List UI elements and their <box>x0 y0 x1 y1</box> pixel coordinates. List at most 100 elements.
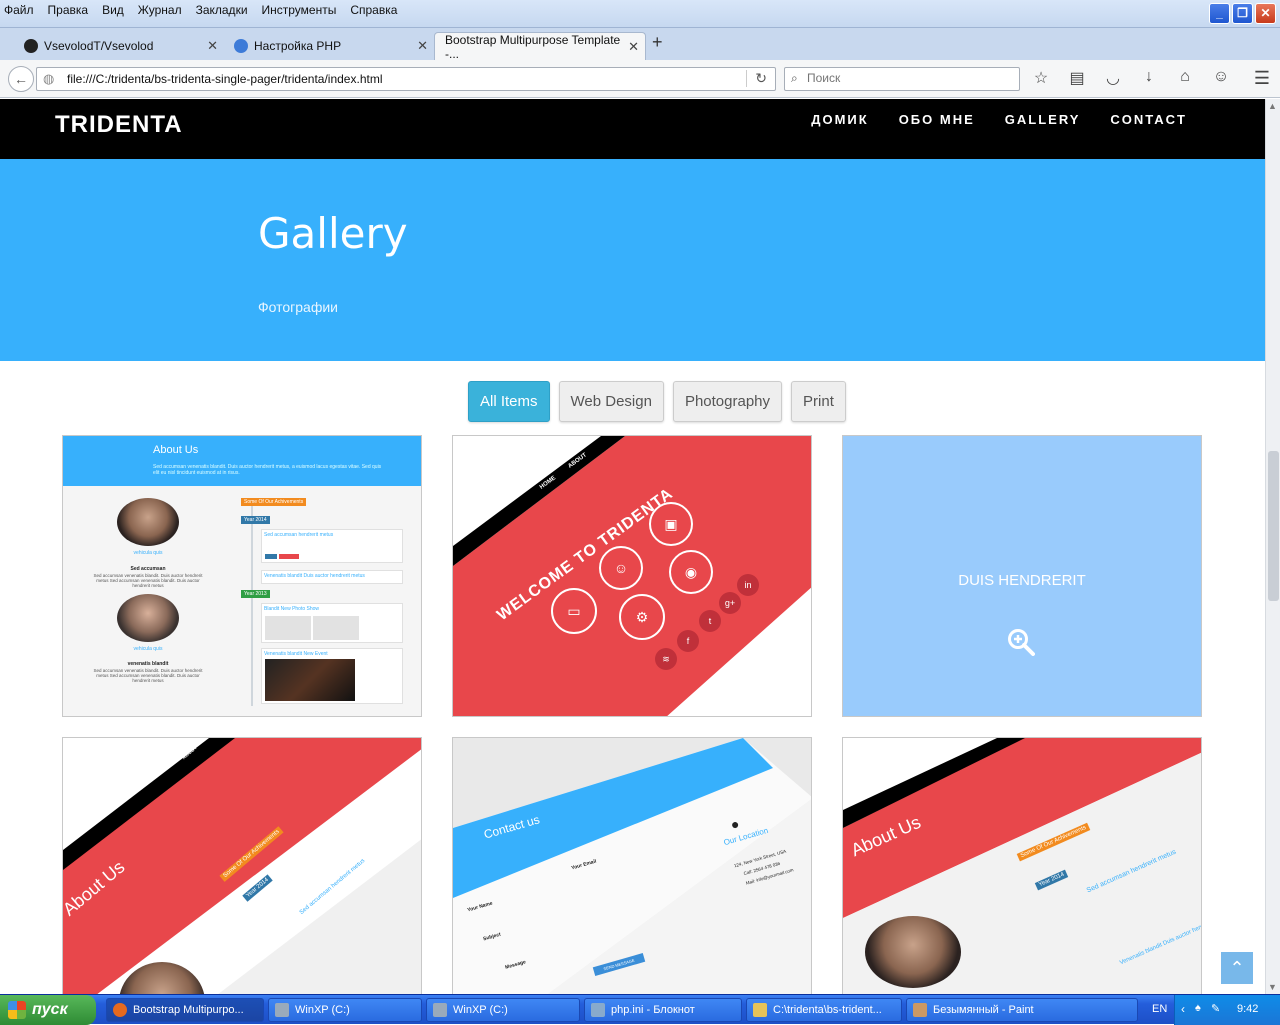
reload-icon[interactable]: ↻ <box>746 70 767 87</box>
tab-close-icon[interactable]: ✕ <box>207 38 218 54</box>
tray-app-icon[interactable]: ✎ <box>1211 1002 1220 1015</box>
filter-all-items[interactable]: All Items <box>468 381 550 422</box>
drive-icon <box>433 1003 447 1017</box>
browser-menubar: Файл Правка Вид Журнал Закладки Инструме… <box>4 3 397 17</box>
filter-web-design[interactable]: Web Design <box>558 381 664 422</box>
timeline-badge: Year 2014 <box>241 516 270 524</box>
tab-close-icon[interactable]: ✕ <box>417 38 428 54</box>
tab-strip: VsevolodT/Vsevolod ✕ Настройка PHP ✕ Boo… <box>0 28 1280 61</box>
site-brand[interactable]: TRIDENTA <box>55 111 183 139</box>
nav-link-home[interactable]: ДОМИК <box>811 112 868 127</box>
gallery-item-about-tilted[interactable]: About Us HOME ABOUT Some Of Our Achiveme… <box>62 737 422 994</box>
pocket-icon[interactable]: ◡ <box>1102 68 1124 88</box>
scrollbar-thumb[interactable] <box>1268 451 1279 601</box>
tab-github[interactable]: VsevolodT/Vsevolod ✕ <box>14 32 224 60</box>
download-icon[interactable]: ↓ <box>1138 68 1160 88</box>
tray-app-icon[interactable]: ♠ <box>1195 1002 1201 1014</box>
folder-icon <box>753 1003 767 1017</box>
taskbar-item-paint[interactable]: Безымянный - Paint <box>906 998 1138 1022</box>
timeline-badge: Some Of Our Achivements <box>241 498 307 506</box>
nav-link-about[interactable]: ОБО МНЕ <box>899 112 975 127</box>
taskbar-item-folder[interactable]: C:\tridenta\bs-trident... <box>746 998 902 1022</box>
start-label: пуск <box>32 1001 68 1018</box>
menu-help[interactable]: Справка <box>350 3 397 17</box>
minimize-button[interactable]: _ <box>1209 3 1230 24</box>
search-icon: ⌕ <box>791 71 798 85</box>
hamburger-menu-icon[interactable]: ☰ <box>1254 68 1270 89</box>
tab-title: VsevolodT/Vsevolod <box>44 39 154 53</box>
gallery-item-welcome[interactable]: HOME ABOUT WELCOME TO TRIDENTA ▣ ☺ ◉ ▭ ⚙… <box>452 435 812 717</box>
site-navbar: TRIDENTA ДОМИК ОБО МНЕ GALLERY CONTACT <box>0 99 1265 159</box>
language-indicator[interactable]: EN <box>1152 1003 1167 1015</box>
search-box[interactable]: ⌕ <box>784 67 1020 91</box>
bookmark-star-icon[interactable]: ☆ <box>1030 68 1052 88</box>
gear-icon: ⚙ <box>619 594 665 640</box>
menu-history[interactable]: Журнал <box>138 3 182 17</box>
taskbar-item-explorer-2[interactable]: WinXP (C:) <box>426 998 580 1022</box>
nav-link-gallery[interactable]: GALLERY <box>1005 112 1081 127</box>
menu-bookmarks[interactable]: Закладки <box>196 3 248 17</box>
thumb-text: Sed accumsan venenatis blandit. Duis auc… <box>93 573 203 588</box>
timeline-card: Sed accumsan hendrerit metus <box>261 529 403 563</box>
gallery-item-hover[interactable]: DUIS HENDRERIT <box>842 435 1202 717</box>
timeline-badge: Year 2013 <box>241 590 270 598</box>
thumb-heading: About Us <box>153 444 199 456</box>
wifi-icon: ≋ <box>655 648 677 670</box>
tab-title: Настройка PHP <box>254 39 342 53</box>
gallery-item-contact[interactable]: Contact us Our Location ● 124, New York … <box>452 737 812 994</box>
scroll-up-icon[interactable]: ▲ <box>1268 101 1277 111</box>
start-button[interactable]: пуск <box>0 995 96 1025</box>
gallery-filters: All Items Web Design Photography Print <box>468 381 846 422</box>
thumb-text: Sed accumsan venenatis blandit. Duis auc… <box>153 464 382 476</box>
menu-view[interactable]: Вид <box>102 3 124 17</box>
timeline-line <box>251 506 253 706</box>
tab-close-icon[interactable]: ✕ <box>628 39 639 55</box>
tray-arrow-icon[interactable]: ‹ <box>1181 1002 1185 1016</box>
filter-photography[interactable]: Photography <box>672 381 783 422</box>
tab-php[interactable]: Настройка PHP ✕ <box>224 32 434 60</box>
chat-icon[interactable]: ☺ <box>1210 68 1232 88</box>
firefox-icon <box>113 1003 127 1017</box>
back-arrow-icon[interactable]: ← <box>8 66 34 92</box>
timeline-card: Venenatis blandit Duis auctor hendrerit … <box>261 570 403 584</box>
tab-bootstrap-active[interactable]: Bootstrap Multipurpose Template -... ✕ <box>434 32 646 61</box>
timeline-card: Venenatis blandit New Event <box>261 648 403 704</box>
page-viewport: TRIDENTA ДОМИК ОБО МНЕ GALLERY CONTACT G… <box>0 99 1265 994</box>
menu-file[interactable]: Файл <box>4 3 34 17</box>
zoom-icon[interactable] <box>1007 628 1035 656</box>
thumb-name: Sed accumsan <box>130 566 166 572</box>
filter-print[interactable]: Print <box>791 381 846 422</box>
menu-tools[interactable]: Инструменты <box>262 3 337 17</box>
address-bar[interactable]: ◍ file:///C:/tridenta/bs-tridenta-single… <box>36 67 776 91</box>
home-icon[interactable]: ⌂ <box>1174 68 1196 88</box>
windows-taskbar: пуск Bootstrap Multipurpo... WinXP (C:) … <box>0 994 1280 1025</box>
user-icon: ☺ <box>599 546 643 590</box>
scroll-down-icon[interactable]: ▼ <box>1268 982 1277 992</box>
url-text: file:///C:/tridenta/bs-tridenta-single-p… <box>67 72 383 86</box>
taskbar-item-label: WinXP (C:) <box>295 1004 350 1016</box>
nav-link-contact[interactable]: CONTACT <box>1110 112 1187 127</box>
browser-navbar: ← ◍ file:///C:/tridenta/bs-tridenta-sing… <box>0 60 1280 98</box>
search-input[interactable] <box>807 71 1007 85</box>
gallery-item-about-variant[interactable]: About Us Some Of Our Achivements Year 20… <box>842 737 1202 994</box>
gallery-item-about[interactable]: About Us Sed accumsan venenatis blandit.… <box>62 435 422 717</box>
thumb-link: vehicula quis <box>133 646 163 652</box>
clock[interactable]: 9:42 <box>1237 1003 1258 1015</box>
paint-icon <box>913 1003 927 1017</box>
avatar <box>117 594 179 642</box>
close-window-button[interactable]: ✕ <box>1255 3 1276 24</box>
new-tab-icon[interactable]: + <box>652 32 663 53</box>
page-subtitle: Фотографии <box>258 299 339 315</box>
maximize-button[interactable]: ❐ <box>1232 3 1253 24</box>
taskbar-item-firefox[interactable]: Bootstrap Multipurpo... <box>106 998 264 1022</box>
taskbar-item-notepad[interactable]: php.ini - Блокнот <box>584 998 742 1022</box>
menu-edit[interactable]: Правка <box>48 3 89 17</box>
reading-list-icon[interactable]: ▤ <box>1066 68 1088 88</box>
taskbar-item-explorer-1[interactable]: WinXP (C:) <box>268 998 422 1022</box>
taskbar-item-label: Bootstrap Multipurpo... <box>133 1004 244 1016</box>
thumb-link: vehicula quis <box>133 550 163 556</box>
page-scrollbar[interactable]: ▲ ▼ <box>1265 99 1280 994</box>
tab-title: Bootstrap Multipurpose Template -... <box>445 32 621 61</box>
thumb-name: venenatis blandit <box>127 661 169 667</box>
scroll-to-top-button[interactable]: ⌃ <box>1221 952 1253 984</box>
